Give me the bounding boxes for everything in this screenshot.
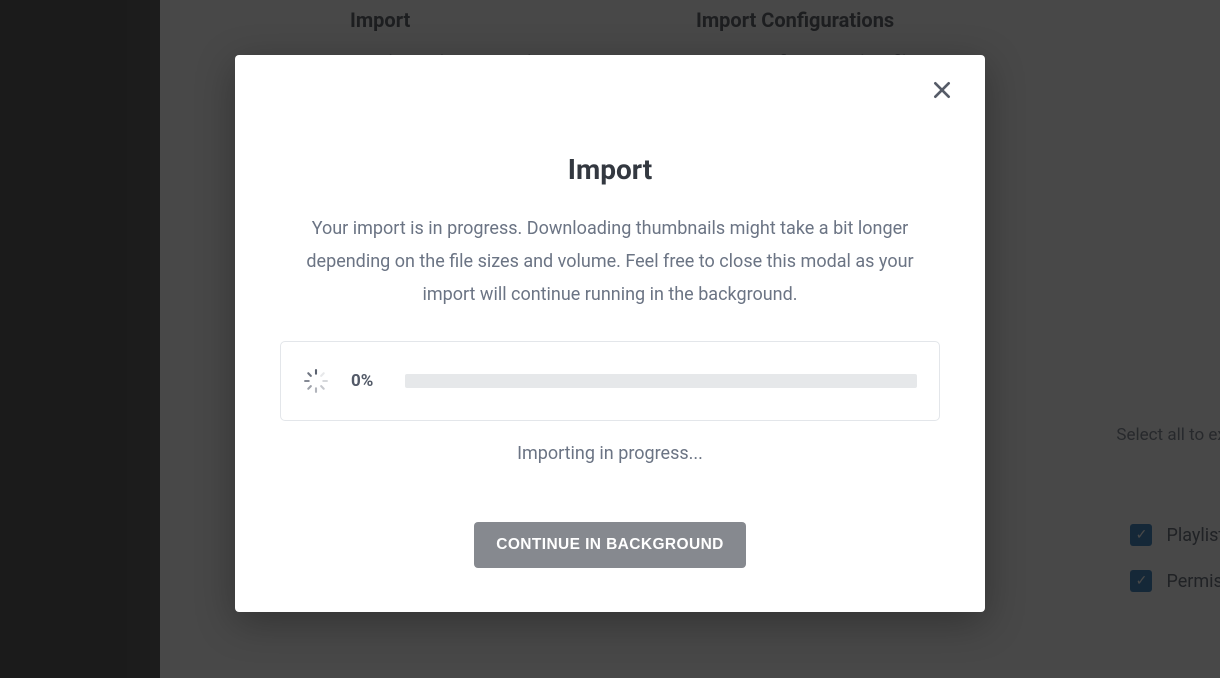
- continue-background-button[interactable]: CONTINUE IN BACKGROUND: [474, 522, 746, 568]
- progress-card: 0%: [280, 341, 940, 421]
- progress-status: Importing in progress...: [280, 443, 940, 464]
- progress-bar: [405, 374, 917, 388]
- close-button[interactable]: [925, 73, 959, 107]
- modal-title: Import: [280, 153, 940, 186]
- close-icon: [932, 80, 952, 100]
- modal-description: Your import is in progress. Downloading …: [290, 212, 930, 311]
- spinner-icon: [303, 368, 329, 394]
- import-modal: Import Your import is in progress. Downl…: [235, 55, 985, 612]
- progress-percent: 0%: [351, 371, 383, 391]
